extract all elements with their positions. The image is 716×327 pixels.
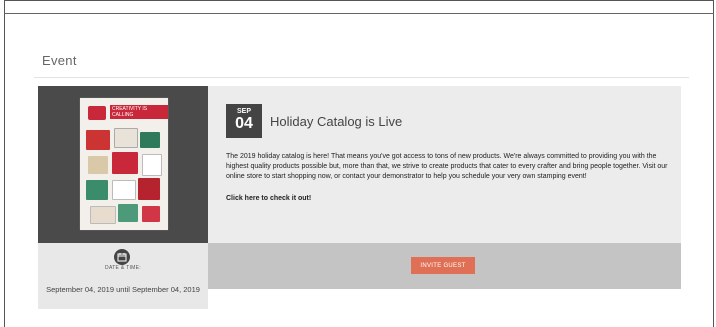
section-divider — [34, 77, 689, 78]
catalog-cover-image[interactable]: CREATIVITY IS CALLING — [80, 98, 168, 230]
section-title: Event — [42, 53, 77, 68]
cover-brand-text: CREATIVITY IS CALLING — [110, 105, 168, 119]
top-divider — [4, 13, 714, 14]
date-badge: SEP 04 — [226, 104, 262, 138]
event-check-link[interactable]: Click here to check it out! — [226, 195, 311, 202]
cover-card-collage — [84, 126, 164, 226]
datetime-label: DATE & TIME: — [105, 265, 141, 271]
datetime-value: September 04, 2019 until September 04, 2… — [46, 285, 200, 294]
date-badge-day: 04 — [235, 115, 253, 132]
invite-guest-button[interactable]: INVITE GUEST — [411, 257, 475, 274]
event-description: The 2019 holiday catalog is here! That m… — [226, 153, 668, 180]
brand-logo — [88, 106, 106, 120]
event-title: Holiday Catalog is Live — [270, 114, 403, 129]
calendar-icon — [114, 249, 130, 265]
